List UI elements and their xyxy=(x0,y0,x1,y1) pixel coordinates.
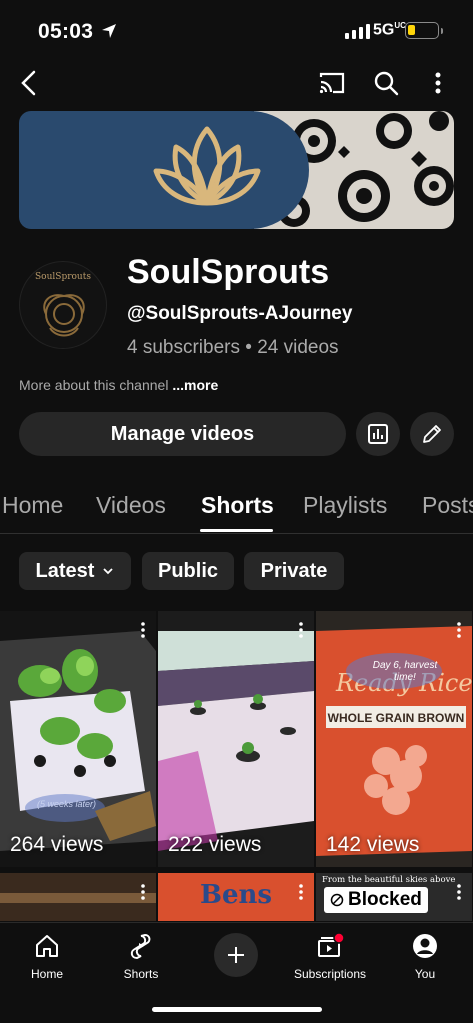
analytics-icon xyxy=(368,424,388,444)
channel-stats: 4 subscribers • 24 videos xyxy=(127,337,339,358)
channel-tabs: Home Videos Shorts Playlists Posts xyxy=(0,480,473,534)
filter-private-chip[interactable]: Private xyxy=(244,552,344,590)
short-caption-text: From the beautiful skies above xyxy=(322,875,456,885)
short-tile[interactable]: WHOLE GRAIN BROWN Ready Rice Day 6, harv… xyxy=(316,611,472,867)
plus-icon xyxy=(228,947,244,963)
channel-avatar[interactable]: SoulSprouts xyxy=(19,261,107,349)
lotus-logo-icon xyxy=(153,126,261,206)
tab-shorts[interactable]: Shorts xyxy=(201,492,274,519)
tab-playlists[interactable]: Playlists xyxy=(303,492,387,519)
short-overlay-text: Day 6, harvest time! xyxy=(372,660,438,683)
short-more-icon[interactable] xyxy=(140,621,146,644)
manage-videos-button[interactable]: Manage videos xyxy=(19,412,346,456)
subscriptions-icon xyxy=(285,931,375,961)
short-more-icon[interactable] xyxy=(456,621,462,644)
avatar-emblem-icon xyxy=(43,294,85,337)
short-more-icon[interactable] xyxy=(298,621,304,644)
location-arrow-icon xyxy=(100,22,118,45)
sort-latest-chip[interactable]: Latest xyxy=(19,552,131,590)
tab-videos[interactable]: Videos xyxy=(96,492,166,519)
nav-label: You xyxy=(414,967,436,981)
pencil-icon xyxy=(423,425,441,443)
short-view-count: 142 views xyxy=(326,833,420,856)
active-tab-indicator xyxy=(200,529,273,532)
short-tile[interactable] xyxy=(0,873,156,921)
nav-label: Shorts xyxy=(123,967,159,981)
blocked-icon xyxy=(330,893,344,907)
nav-label: Subscriptions xyxy=(293,967,367,981)
short-tile[interactable]: Bens xyxy=(158,873,314,921)
short-view-count: 264 views xyxy=(10,833,104,856)
svg-text:Bens: Bens xyxy=(200,880,272,910)
about-text: More about this channel xyxy=(19,377,169,393)
short-more-icon[interactable] xyxy=(298,883,304,906)
channel-banner xyxy=(19,111,454,229)
account-icon xyxy=(380,931,470,961)
cellular-signal-icon xyxy=(345,24,370,39)
short-thumbnail xyxy=(0,611,156,867)
shorts-icon xyxy=(96,931,186,961)
chip-label: Latest xyxy=(35,559,95,582)
short-thumbnail xyxy=(0,873,156,921)
short-thumbnail: Bens xyxy=(158,873,314,921)
battery-icon xyxy=(405,22,443,39)
filter-public-chip[interactable]: Public xyxy=(142,552,234,590)
channel-handle: @SoulSprouts-AJourney xyxy=(127,303,353,324)
chevron-down-icon xyxy=(103,568,114,575)
back-arrow-icon[interactable] xyxy=(14,68,44,98)
about-channel-link[interactable]: More about this channel ...more xyxy=(19,377,218,393)
short-tile[interactable]: From the beautiful skies above Blocked xyxy=(316,873,472,921)
short-thumbnail xyxy=(158,611,314,867)
more-vert-icon[interactable] xyxy=(426,68,450,98)
nav-label: Home xyxy=(30,967,63,981)
short-more-icon[interactable] xyxy=(140,883,146,906)
cast-icon[interactable] xyxy=(316,68,348,98)
short-view-count: 222 views xyxy=(168,833,262,856)
tab-home[interactable]: Home xyxy=(2,492,63,519)
short-thumbnail: WHOLE GRAIN BROWN Ready Rice xyxy=(316,611,472,867)
search-icon[interactable] xyxy=(371,68,401,98)
status-time: 05:03 xyxy=(38,20,94,43)
nav-subscriptions[interactable]: Subscriptions xyxy=(285,931,375,981)
nav-home[interactable]: Home xyxy=(2,931,92,981)
analytics-button[interactable] xyxy=(356,412,400,456)
nav-you[interactable]: You xyxy=(380,931,470,981)
blocked-badge: Blocked xyxy=(324,887,428,913)
short-tile[interactable]: 222 views xyxy=(158,611,314,867)
short-more-icon[interactable] xyxy=(456,883,462,906)
network-type: 5GUC xyxy=(373,21,406,39)
short-overlay-text: (5 weeks later) xyxy=(37,799,97,809)
channel-name: SoulSprouts xyxy=(127,253,330,291)
edit-channel-button[interactable] xyxy=(410,412,454,456)
banner-brand-panel xyxy=(19,111,309,229)
status-bar: 05:03 5GUC xyxy=(0,0,473,60)
tab-posts[interactable]: Posts xyxy=(422,492,473,519)
nav-shorts[interactable]: Shorts xyxy=(96,931,186,981)
short-tile[interactable]: (5 weeks later) 264 views xyxy=(0,611,156,867)
svg-text:WHOLE GRAIN BROWN: WHOLE GRAIN BROWN xyxy=(328,711,465,725)
create-button[interactable] xyxy=(214,933,258,977)
home-indicator xyxy=(152,1007,322,1012)
more-link[interactable]: ...more xyxy=(172,377,218,393)
home-icon xyxy=(2,931,92,961)
